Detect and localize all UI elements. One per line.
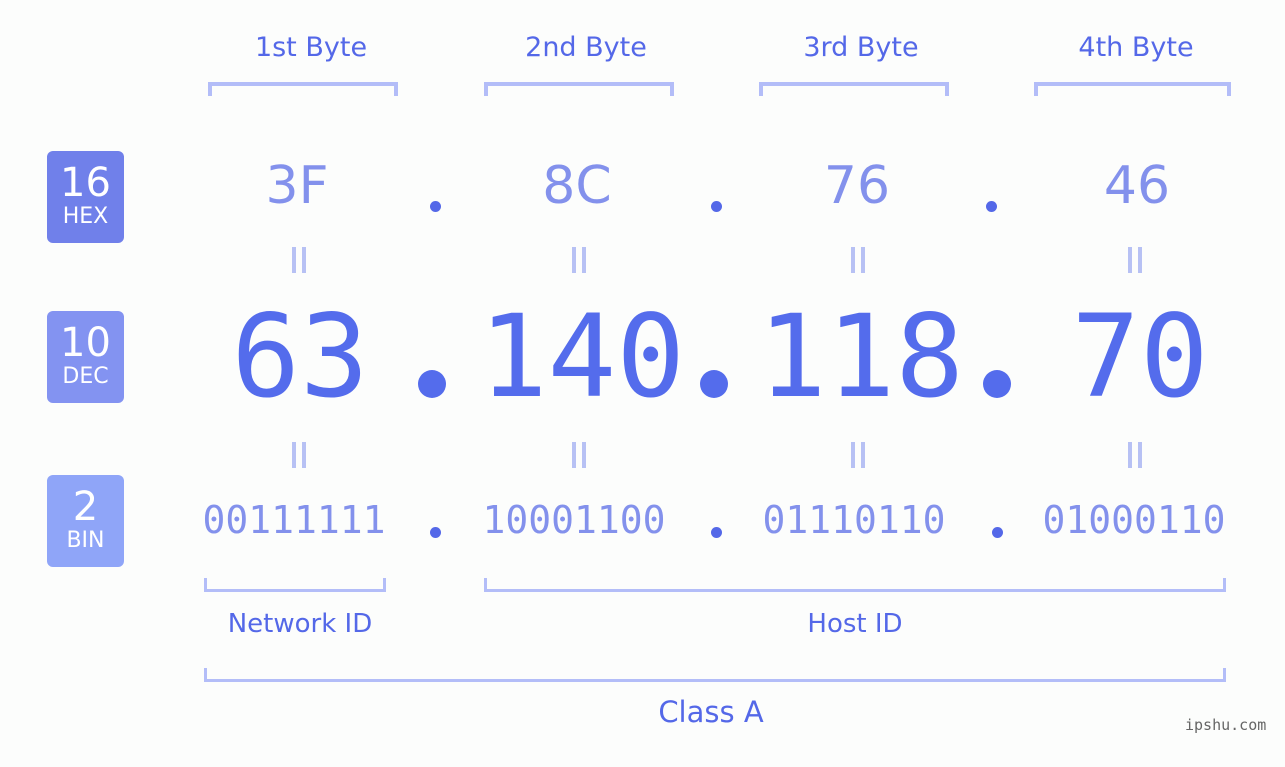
dec-separator-dot xyxy=(418,370,446,398)
equals-icon xyxy=(851,442,865,468)
bin-value-4: 01000110 xyxy=(1042,498,1226,542)
hex-separator-dot xyxy=(986,201,997,212)
byte-bracket-4 xyxy=(1034,82,1231,96)
equals-icon xyxy=(1128,247,1142,273)
hex-separator-dot xyxy=(430,201,441,212)
byte-header-2: 2nd Byte xyxy=(525,32,647,63)
hex-value-4: 46 xyxy=(1103,156,1171,216)
byte-header-3: 3rd Byte xyxy=(803,32,919,63)
hex-badge: 16 HEX xyxy=(47,151,124,243)
dec-value-1: 63 xyxy=(231,290,369,423)
equals-icon xyxy=(1128,442,1142,468)
class-label: Class A xyxy=(658,695,764,729)
equals-icon xyxy=(572,442,586,468)
hex-value-3: 76 xyxy=(823,156,891,216)
dec-badge-base: 10 xyxy=(60,320,111,366)
bin-value-2: 10001100 xyxy=(482,498,666,542)
bin-separator-dot xyxy=(992,527,1003,538)
hex-badge-label: HEX xyxy=(62,204,109,229)
host-id-label: Host ID xyxy=(807,609,903,639)
dec-badge: 10 DEC xyxy=(47,311,124,403)
equals-icon xyxy=(851,247,865,273)
hex-value-1: 3F xyxy=(265,156,329,216)
dec-separator-dot xyxy=(700,370,728,398)
class-bracket xyxy=(204,668,1226,682)
byte-header-4: 4th Byte xyxy=(1078,32,1194,63)
byte-bracket-3 xyxy=(759,82,949,96)
bin-value-3: 01110110 xyxy=(762,498,946,542)
host-id-bracket xyxy=(484,578,1226,592)
bin-value-1: 00111111 xyxy=(202,498,386,542)
bin-badge-label: BIN xyxy=(66,528,105,553)
equals-icon xyxy=(572,247,586,273)
bin-separator-dot xyxy=(430,527,441,538)
byte-header-1: 1st Byte xyxy=(254,32,368,63)
dec-badge-label: DEC xyxy=(62,364,109,389)
equals-icon xyxy=(292,247,306,273)
dec-value-2: 140 xyxy=(479,290,685,423)
hex-value-2: 8C xyxy=(542,156,612,216)
hex-separator-dot xyxy=(711,201,722,212)
bin-badge: 2 BIN xyxy=(47,475,124,567)
byte-bracket-2 xyxy=(484,82,674,96)
byte-bracket-1 xyxy=(208,82,398,96)
bin-badge-base: 2 xyxy=(72,484,99,530)
dec-value-3: 118 xyxy=(758,290,964,423)
equals-icon xyxy=(292,442,306,468)
network-id-bracket xyxy=(204,578,386,592)
hex-badge-base: 16 xyxy=(60,160,111,206)
bin-separator-dot xyxy=(711,527,722,538)
dec-value-4: 70 xyxy=(1071,290,1209,423)
network-id-label: Network ID xyxy=(227,609,373,639)
watermark: ipshu.com xyxy=(1185,716,1267,734)
dec-separator-dot xyxy=(983,370,1011,398)
